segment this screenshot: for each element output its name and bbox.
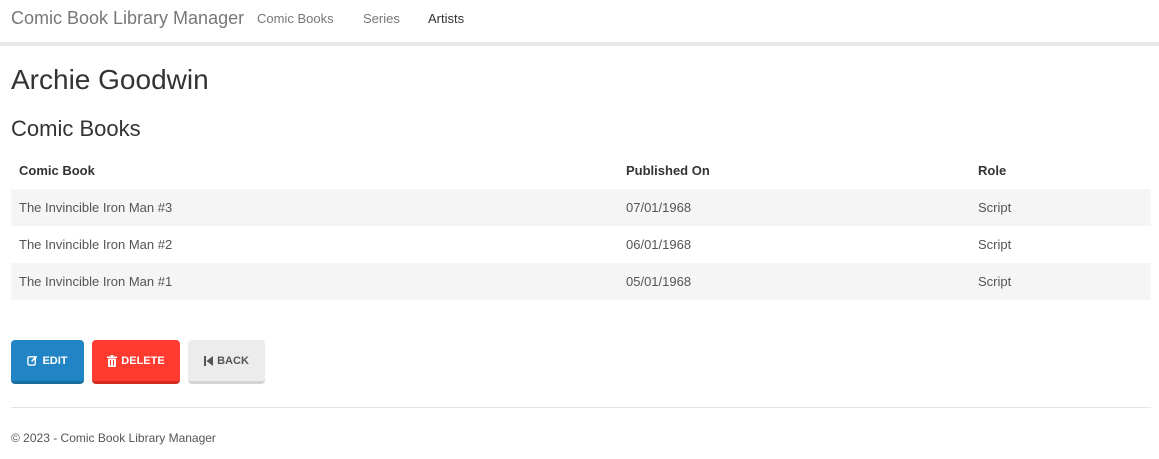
section-title: Comic Books <box>11 116 141 141</box>
step-backward-icon <box>204 355 214 366</box>
published-on-cell: 06/01/1968 <box>626 237 692 252</box>
nav-link-artists[interactable]: Artists <box>428 11 464 26</box>
column-header-comic-book: Comic Book <box>19 163 95 178</box>
comic-book-cell: The Invincible Iron Man #1 <box>11 263 618 300</box>
edit-icon <box>27 355 38 366</box>
delete-button[interactable]: DELETE <box>92 340 180 384</box>
back-button[interactable]: BACK <box>188 340 265 384</box>
role-cell: Script <box>978 237 1012 252</box>
nav-link-comic-books[interactable]: Comic Books <box>257 11 334 26</box>
column-header-published-on: Published On <box>626 163 710 178</box>
brand-link[interactable]: Comic Book Library Manager <box>11 8 244 29</box>
published-on-cell: 05/01/1968 <box>618 263 970 300</box>
page-title: Archie Goodwin <box>11 64 209 95</box>
comic-book-cell: The Invincible Iron Man #2 <box>19 237 173 252</box>
nav-link-series[interactable]: Series <box>363 11 400 26</box>
published-on-cell: 07/01/1968 <box>618 189 970 226</box>
back-button-label: BACK <box>217 354 249 367</box>
table-row: The Invincible Iron Man #1 05/01/1968 Sc… <box>11 263 1151 300</box>
comic-books-table: Comic Book Published On Role The Invinci… <box>11 152 1151 300</box>
role-cell: Script <box>970 189 1151 226</box>
column-header-role: Role <box>978 163 1007 178</box>
table-row: The Invincible Iron Man #2 06/01/1968 Sc… <box>11 226 1151 263</box>
edit-button-label: EDIT <box>42 354 68 367</box>
navbar: Comic Book Library Manager Comic Books S… <box>0 0 1159 46</box>
footer-divider <box>11 407 1151 408</box>
footer-text: © 2023 - Comic Book Library Manager <box>11 431 216 445</box>
comic-books-table-container: Comic Book Published On Role The Invinci… <box>11 152 1151 300</box>
delete-button-label: DELETE <box>121 354 165 367</box>
edit-button[interactable]: EDIT <box>11 340 84 384</box>
table-row: The Invincible Iron Man #3 07/01/1968 Sc… <box>11 189 1151 226</box>
comic-book-cell: The Invincible Iron Man #3 <box>11 189 618 226</box>
table-header-row: Comic Book Published On Role <box>11 152 1151 189</box>
trash-icon <box>107 354 118 367</box>
role-cell: Script <box>970 263 1151 300</box>
